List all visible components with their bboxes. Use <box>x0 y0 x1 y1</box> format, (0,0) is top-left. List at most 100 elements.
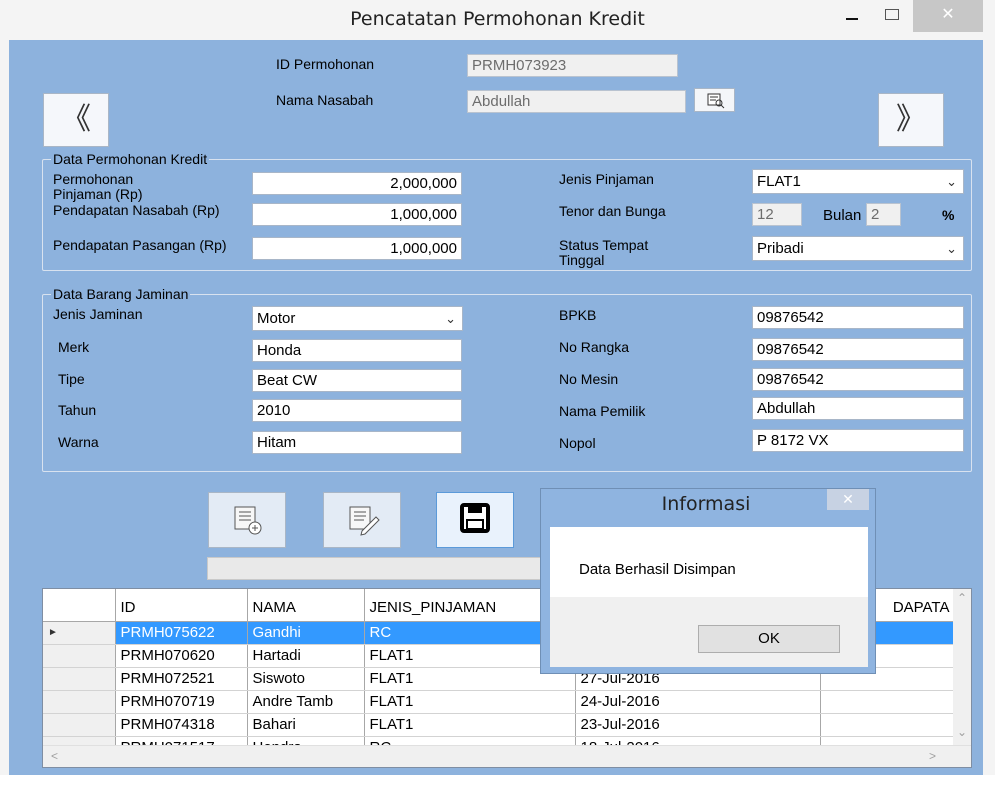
row-header[interactable]: ► <box>43 621 116 645</box>
cell-pendapatan[interactable] <box>820 690 956 714</box>
nopol-label: Nopol <box>559 435 596 451</box>
cell-nama[interactable]: Bahari <box>247 713 365 737</box>
search-nasabah-button[interactable] <box>694 88 735 112</box>
warna-label: Warna <box>58 434 99 450</box>
minimize-icon <box>846 18 858 20</box>
column-header-nama[interactable]: NAMA <box>247 589 365 622</box>
id-permohonan-field[interactable]: PRMH073923 <box>467 54 678 77</box>
cell-id[interactable]: PRMH070719 <box>115 690 248 714</box>
bpkb-label: BPKB <box>559 307 597 323</box>
nama-nasabah-field[interactable]: Abdullah <box>467 90 686 113</box>
cell-tanggal[interactable]: 23-Jul-2016 <box>575 713 821 737</box>
minimize-button[interactable] <box>832 0 872 32</box>
kredit-group-caption: Data Permohonan Kredit <box>51 151 210 167</box>
table-row[interactable]: PRMH074318 Bahari FLAT1 23-Jul-2016 <box>43 713 956 737</box>
nopol-field[interactable]: P 8172 VX <box>752 429 964 452</box>
cell-id[interactable]: PRMH075622 <box>115 621 248 645</box>
scroll-left-icon[interactable]: < <box>51 749 58 763</box>
row-header[interactable] <box>43 713 116 737</box>
pasangan-label: Pendapatan Pasangan (Rp) <box>53 237 227 253</box>
edit-document-icon <box>349 506 380 536</box>
tipe-field[interactable]: Beat CW <box>252 369 462 392</box>
bulan-label: Bulan <box>823 207 862 224</box>
jenis-pinjaman-select[interactable]: FLAT1 ⌄ <box>752 169 964 194</box>
jenis-jaminan-value: Motor <box>257 310 296 327</box>
chevron-down-icon: ⌄ <box>946 174 957 189</box>
status-tinggal-value: Pribadi <box>757 240 804 257</box>
cell-id[interactable]: PRMH074318 <box>115 713 248 737</box>
row-header-corner <box>43 589 116 622</box>
save-record-button[interactable] <box>436 492 514 548</box>
cell-id[interactable]: PRMH072521 <box>115 667 248 691</box>
pendapatan-label: Pendapatan Nasabah (Rp) <box>53 202 220 218</box>
add-record-button[interactable] <box>208 492 286 548</box>
pasangan-field[interactable]: 1,000,000 <box>252 237 462 260</box>
table-row[interactable]: PRMH070719 Andre Tamb FLAT1 24-Jul-2016 <box>43 690 956 714</box>
cell-tanggal[interactable]: 24-Jul-2016 <box>575 690 821 714</box>
cell-pendapatan[interactable] <box>820 713 956 737</box>
cell-nama[interactable]: Siswoto <box>247 667 365 691</box>
vertical-scrollbar[interactable]: ⌃ ⌄ <box>953 589 971 746</box>
tenor-bunga-label: Tenor dan Bunga <box>559 203 666 219</box>
permohonan-field[interactable]: 2,000,000 <box>252 172 462 195</box>
next-record-button[interactable]: 》 <box>878 93 944 147</box>
status-tinggal-select[interactable]: Pribadi ⌄ <box>752 236 964 261</box>
maximize-icon <box>885 9 899 20</box>
nama-nasabah-label: Nama Nasabah <box>276 92 374 108</box>
cell-nama[interactable]: Hartadi <box>247 644 365 668</box>
no-rangka-label: No Rangka <box>559 339 630 355</box>
tenor-field[interactable]: 12 <box>752 203 802 226</box>
nama-pemilik-field[interactable]: Abdullah <box>752 397 964 420</box>
maximize-button[interactable] <box>872 0 912 32</box>
cell-nama[interactable]: Gandhi <box>247 621 365 645</box>
jenis-pinjaman-label: Jenis Pinjaman <box>559 171 654 187</box>
horizontal-scrollbar[interactable]: < > <box>43 745 971 767</box>
title-bar: Pencatatan Permohonan Kredit ✕ <box>0 0 995 40</box>
dialog-title: Informasi <box>661 493 751 515</box>
cell-jenis-pinjaman[interactable]: FLAT1 <box>364 690 576 714</box>
scroll-down-icon[interactable]: ⌄ <box>957 725 967 739</box>
bunga-field[interactable]: 2 <box>866 203 901 226</box>
dialog-close-button[interactable]: ✕ <box>827 489 869 510</box>
tahun-label: Tahun <box>58 402 97 418</box>
no-mesin-label: No Mesin <box>559 371 619 387</box>
add-document-icon <box>234 506 262 535</box>
scroll-right-icon[interactable]: > <box>929 749 936 763</box>
permohonan-label: Permohonan Pinjaman (Rp) <box>53 171 143 202</box>
column-header-id[interactable]: ID <box>115 589 248 622</box>
jenis-jaminan-label: Jenis Jaminan <box>53 306 143 322</box>
progress-bar <box>207 557 569 580</box>
warna-field[interactable]: Hitam <box>252 431 462 454</box>
informasi-dialog: Informasi ✕ Data Berhasil Disimpan OK <box>540 488 876 674</box>
tipe-label: Tipe <box>58 371 85 387</box>
cell-id[interactable]: PRMH070620 <box>115 644 248 668</box>
pendapatan-field[interactable]: 1,000,000 <box>252 203 462 226</box>
tahun-field[interactable]: 2010 <box>252 399 462 422</box>
row-header[interactable] <box>43 644 116 668</box>
cell-jenis-pinjaman[interactable]: FLAT1 <box>364 713 576 737</box>
row-header[interactable] <box>43 667 116 691</box>
status-tinggal-label: Status Tempat Tinggal <box>559 237 649 268</box>
jenis-jaminan-select[interactable]: Motor ⌄ <box>252 306 463 331</box>
chevron-down-icon: ⌄ <box>946 241 957 256</box>
jaminan-group-caption: Data Barang Jaminan <box>51 286 191 302</box>
no-rangka-field[interactable]: 09876542 <box>752 338 964 361</box>
row-header[interactable] <box>43 690 116 714</box>
no-mesin-field[interactable]: 09876542 <box>752 368 964 391</box>
bpkb-field[interactable]: 09876542 <box>752 306 964 329</box>
merk-label: Merk <box>58 339 90 355</box>
save-disk-icon <box>460 503 490 533</box>
edit-record-button[interactable] <box>323 492 401 548</box>
dialog-message: Data Berhasil Disimpan <box>579 561 736 578</box>
percent-label: % <box>942 207 955 223</box>
chevron-down-icon: ⌄ <box>445 311 456 326</box>
scroll-up-icon[interactable]: ⌃ <box>957 591 967 605</box>
dialog-ok-button[interactable]: OK <box>698 625 840 653</box>
id-permohonan-label: ID Permohonan <box>276 56 375 72</box>
cell-nama[interactable]: Andre Tamb <box>247 690 365 714</box>
window-frame-bottom <box>0 775 995 793</box>
merk-field[interactable]: Honda <box>252 339 462 362</box>
search-list-icon <box>707 93 725 109</box>
close-button[interactable]: ✕ <box>913 0 983 32</box>
previous-record-button[interactable]: 《 <box>43 93 109 147</box>
